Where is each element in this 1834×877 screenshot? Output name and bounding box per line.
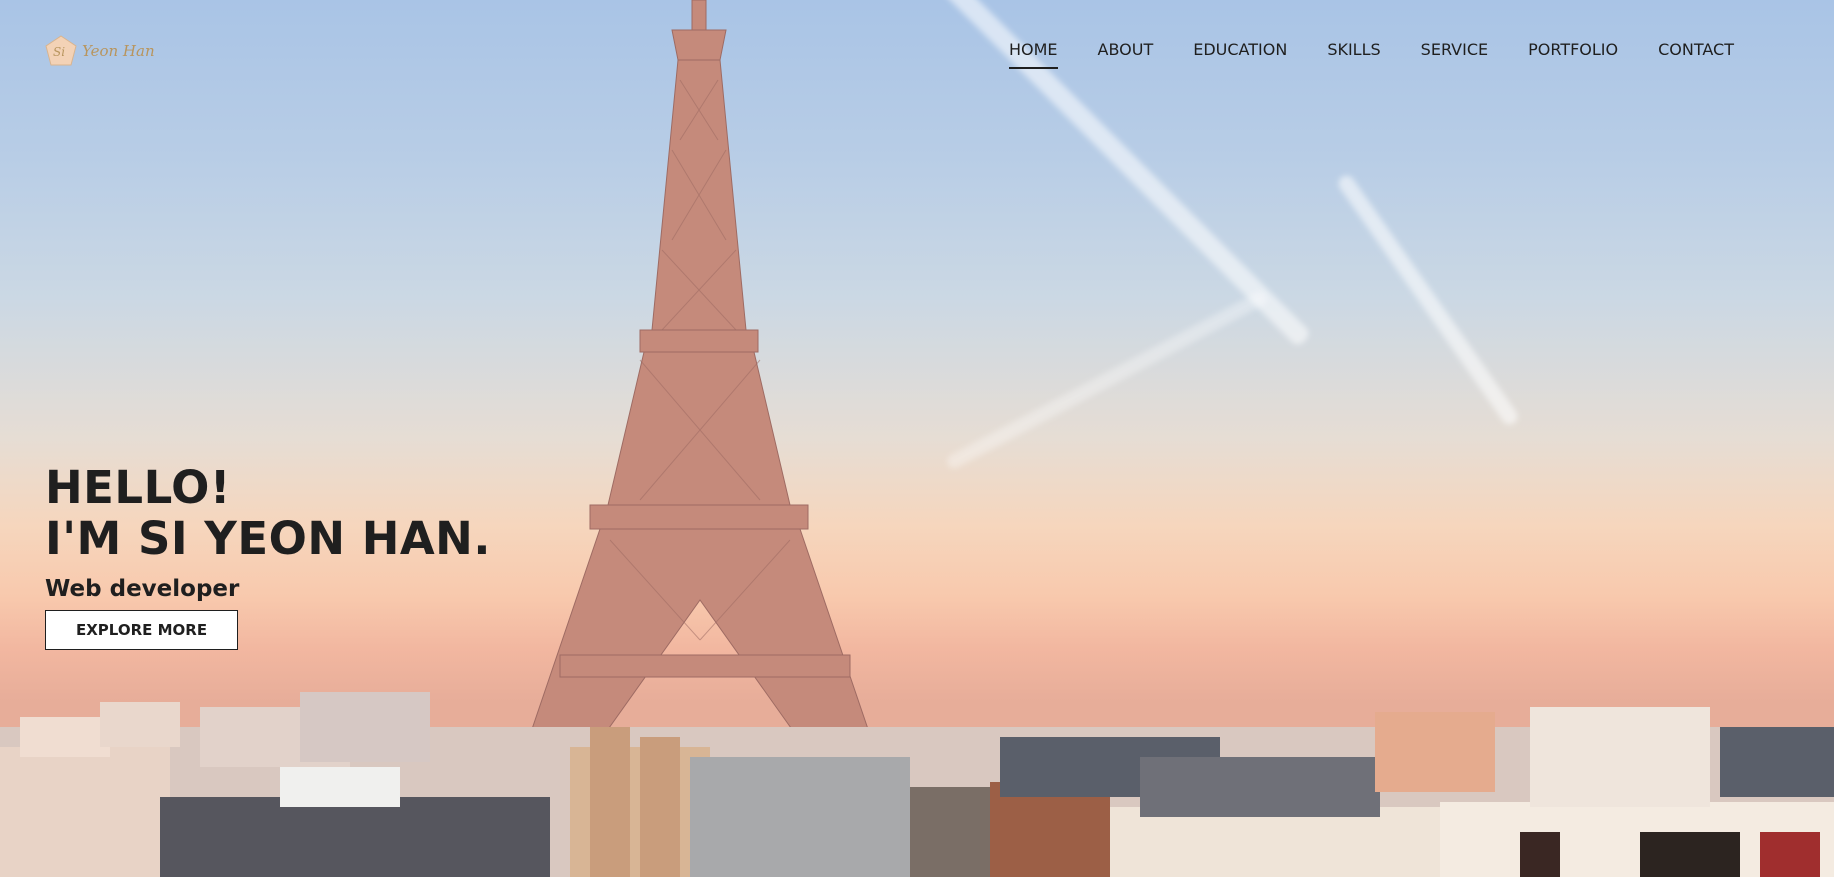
logo-text: Yeon Han xyxy=(82,42,155,60)
hero-section: Si Yeon Han HOME ABOUT EDUCATION SKILLS … xyxy=(0,0,1834,877)
nav-item-education[interactable]: EDUCATION xyxy=(1193,40,1287,69)
site-logo[interactable]: Si Yeon Han xyxy=(44,34,155,68)
nav-item-skills[interactable]: SKILLS xyxy=(1327,40,1380,69)
svg-text:Si: Si xyxy=(53,45,65,59)
nav-item-home[interactable]: HOME xyxy=(1008,40,1058,69)
hero-intro: HELLO! I'M SI YEON HAN. Web developer EX… xyxy=(45,462,491,650)
explore-more-button[interactable]: EXPLORE MORE xyxy=(45,610,239,650)
nav-item-about[interactable]: ABOUT xyxy=(1098,40,1154,69)
pentagon-logo-icon: Si xyxy=(45,35,77,66)
nav-item-service[interactable]: SERVICE xyxy=(1421,40,1488,69)
main-nav: HOME ABOUT EDUCATION SKILLS SERVICE PORT… xyxy=(1008,40,1734,69)
hero-headline-line1: HELLO! xyxy=(45,461,231,514)
paris-rooftops-image xyxy=(0,692,1834,877)
nav-item-contact[interactable]: CONTACT xyxy=(1658,40,1734,69)
hero-headline-line2: I'M SI YEON HAN. xyxy=(45,512,491,565)
hero-subtitle: Web developer xyxy=(45,576,240,602)
nav-item-portfolio[interactable]: PORTFOLIO xyxy=(1528,40,1618,69)
